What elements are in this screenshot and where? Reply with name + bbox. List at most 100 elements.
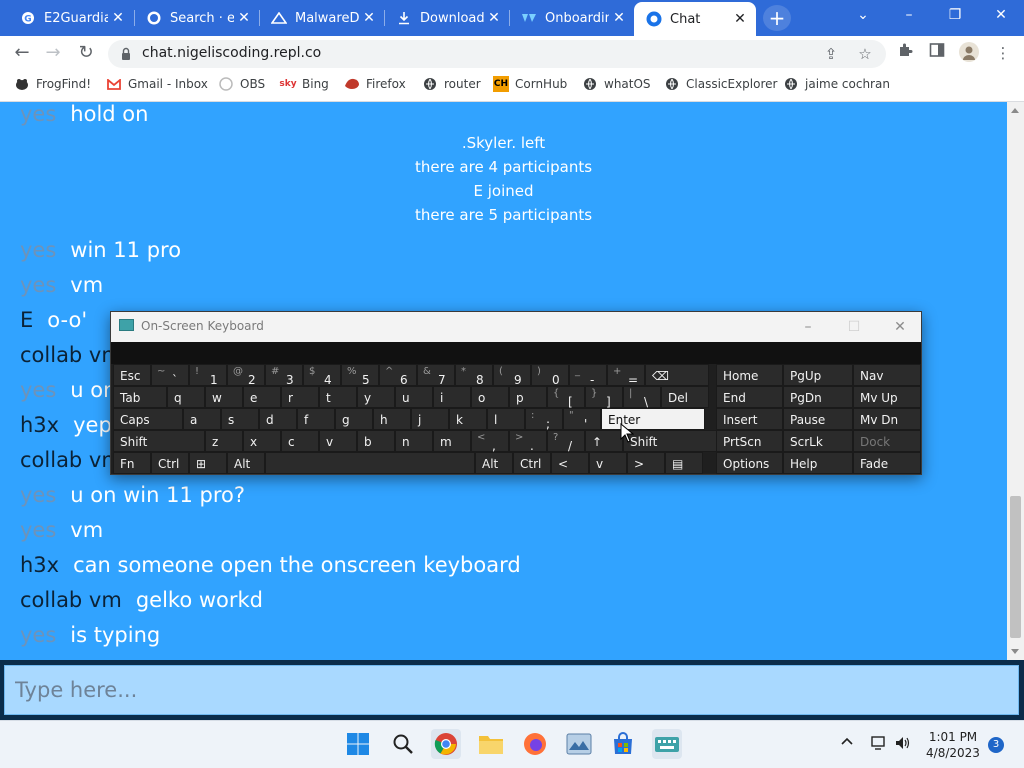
osk-nav-key[interactable]: Mv Dn (853, 408, 921, 430)
osk-key[interactable]: o (471, 386, 509, 408)
osk-key[interactable]: {[ (547, 386, 585, 409)
osk-nav-key[interactable]: PrtScn (716, 430, 783, 452)
osk-nav-key[interactable]: End (716, 386, 783, 408)
osk-key[interactable]: $4 (303, 364, 341, 387)
osk-key[interactable]: ▤ (665, 452, 703, 474)
osk-key[interactable]: Ctrl (513, 452, 551, 474)
bookmark-whatos[interactable]: whatOS (582, 76, 651, 92)
osk-key[interactable]: k (449, 408, 487, 430)
tab-onboarding[interactable]: Onboardin ✕ (509, 4, 635, 32)
osk-nav-key[interactable]: Insert (716, 408, 783, 430)
kebab-menu-icon[interactable]: ⋮ (992, 42, 1014, 64)
osk-key[interactable]: Alt (227, 452, 265, 474)
close-tab-icon[interactable]: ✕ (108, 10, 128, 26)
page-scrollbar[interactable] (1007, 102, 1024, 660)
osk-key[interactable]: x (243, 430, 281, 452)
osk-key[interactable]: d (259, 408, 297, 430)
bookmark-frogfind[interactable]: FrogFind! (14, 76, 91, 92)
scroll-up-icon[interactable] (1011, 108, 1019, 113)
bookmark-cornhub[interactable]: CH CornHub (493, 76, 567, 92)
osk-key[interactable]: b (357, 430, 395, 452)
osk-key[interactable]: l (487, 408, 525, 430)
osk-nav-key[interactable]: Nav (853, 364, 921, 386)
bookmark-bing[interactable]: sky Bing (279, 76, 328, 92)
profile-avatar-icon[interactable] (958, 42, 980, 64)
osk-key[interactable]: Ctrl (151, 452, 189, 474)
maximize-button[interactable]: ❐ (932, 4, 978, 30)
osk-key[interactable]: ⊞ (189, 452, 227, 474)
tab-downloads[interactable]: Downloads ✕ (384, 4, 510, 32)
osk-key[interactable]: Del (661, 386, 709, 408)
osk-titlebar[interactable]: On-Screen Keyboard – ☐ ✕ (111, 312, 921, 342)
bookmark-classicexplorer[interactable]: ClassicExplorer (664, 76, 777, 92)
osk-key[interactable]: }] (585, 386, 623, 409)
address-bar[interactable]: chat.nigeliscoding.repl.co ⇪ ☆ (108, 40, 886, 68)
windows-start-icon[interactable] (343, 729, 373, 759)
osk-key[interactable]: @2 (227, 364, 265, 387)
osk-nav-key[interactable]: Help (783, 452, 853, 474)
scroll-thumb[interactable] (1010, 496, 1021, 638)
osk-key[interactable]: Esc (113, 364, 151, 386)
osk-nav-key[interactable]: ScrLk (783, 430, 853, 452)
osk-key[interactable]: * 8 (455, 364, 493, 387)
tab-chat[interactable]: Chat ✕ (634, 2, 756, 36)
osk-key[interactable]: " ' (563, 408, 601, 431)
firefox-icon[interactable] (520, 729, 550, 759)
osk-key[interactable]: u (395, 386, 433, 408)
star-bookmark-icon[interactable]: ☆ (854, 43, 876, 65)
osk-key[interactable]: Shift (113, 430, 205, 452)
tab-e2guardian[interactable]: G E2Guardian ✕ (8, 4, 134, 32)
osk-key[interactable]: | \ (623, 386, 661, 409)
osk-key[interactable]: f (297, 408, 335, 430)
tab-search-chevron-icon[interactable]: ⌄ (840, 4, 886, 30)
osk-key[interactable]: Caps (113, 408, 183, 430)
file-explorer-icon[interactable] (476, 729, 506, 759)
osk-key[interactable]: + = (607, 364, 645, 387)
osk-key[interactable]: m (433, 430, 471, 452)
osk-minimize-button[interactable]: – (793, 316, 823, 338)
osk-key[interactable]: ! 1 (189, 364, 227, 387)
osk-key[interactable]: >. (509, 430, 547, 453)
photos-icon[interactable] (564, 729, 594, 759)
osk-key[interactable]: ⌫ (645, 364, 709, 386)
osk-key[interactable]: p (509, 386, 547, 408)
network-icon[interactable] (870, 735, 888, 755)
osk-key[interactable]: (9 (493, 364, 531, 387)
scroll-down-icon[interactable] (1011, 649, 1019, 654)
osk-key[interactable]: Alt (475, 452, 513, 474)
search-icon[interactable] (388, 729, 418, 759)
new-tab-button[interactable]: + (763, 5, 791, 31)
osk-key[interactable]: Shift (623, 430, 723, 452)
osk-key[interactable]: ) 0 (531, 364, 569, 387)
osk-nav-key[interactable]: Mv Up (853, 386, 921, 408)
reload-button[interactable]: ↻ (73, 41, 99, 65)
osk-key[interactable]: :; (525, 408, 563, 431)
osk-key[interactable]: a (183, 408, 221, 430)
bookmark-gmail[interactable]: Gmail - Inbox (106, 76, 208, 92)
extensions-puzzle-icon[interactable] (894, 42, 916, 64)
share-icon[interactable]: ⇪ (820, 43, 842, 65)
osk-nav-key[interactable]: Dock (853, 430, 921, 452)
osk-key[interactable]: j (411, 408, 449, 430)
close-tab-icon[interactable]: ✕ (484, 10, 504, 26)
chat-input[interactable] (4, 665, 1019, 715)
osk-key[interactable]: t (319, 386, 357, 408)
tray-chevron-up-icon[interactable] (840, 735, 854, 750)
store-icon[interactable] (608, 729, 638, 759)
bookmark-jaime-cochran[interactable]: jaime cochran (783, 76, 890, 92)
close-tab-icon[interactable]: ✕ (234, 10, 254, 26)
osk-key[interactable]: r (281, 386, 319, 408)
osk-key[interactable]: c (281, 430, 319, 452)
osk-key[interactable]: <, (471, 430, 509, 453)
osk-key[interactable]: v (319, 430, 357, 452)
osk-key[interactable]: z (205, 430, 243, 452)
osk-key-enter[interactable]: Enter (601, 408, 705, 430)
osk-key[interactable]: ? / (547, 430, 585, 453)
osk-key[interactable]: n (395, 430, 433, 452)
osk-key[interactable]: > (627, 452, 665, 474)
minimize-button[interactable]: – (886, 4, 932, 30)
tab-github-search[interactable]: Search · en ✕ (134, 4, 260, 32)
osk-key[interactable]: h (373, 408, 411, 430)
chrome-icon[interactable] (431, 729, 461, 759)
osk-key[interactable]: ↑ (585, 430, 623, 452)
